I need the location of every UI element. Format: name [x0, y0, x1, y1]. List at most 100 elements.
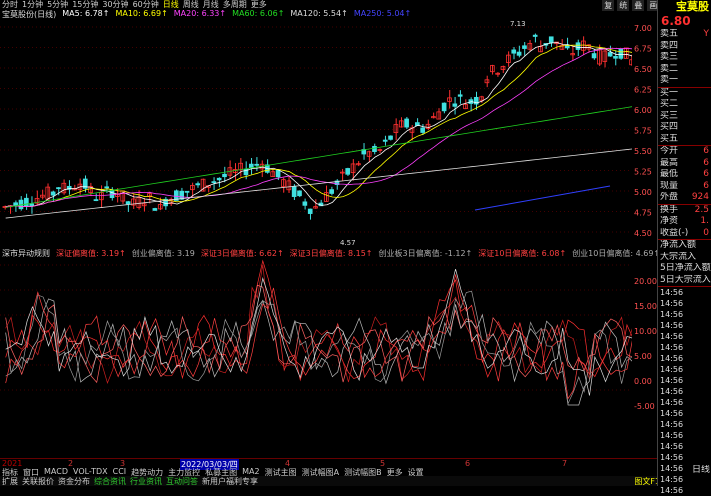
candle-body	[548, 36, 554, 44]
deviation-chart[interactable]	[0, 258, 632, 458]
tick-time: 14:56	[660, 310, 684, 319]
indicator-tab[interactable]: CCI	[113, 467, 127, 476]
bottom-tab[interactable]: 关联报价	[22, 476, 54, 486]
indicator-tab[interactable]: 更多	[387, 467, 403, 477]
toolbar-button[interactable]: 统	[617, 0, 630, 11]
indicator-tab[interactable]: 测试幅图A	[302, 467, 339, 477]
quote-row: 买三	[658, 111, 711, 123]
indicator-tab[interactable]: 趋势动力	[131, 467, 163, 477]
deviation-legend-item: 深证3日偏离值: 6.62↑	[200, 249, 284, 258]
indicator-tab[interactable]: 私募主图	[205, 467, 237, 477]
quote-row: 收益(-) 0	[658, 228, 711, 240]
sub-tick: 20.00	[634, 277, 657, 286]
candle-body	[404, 118, 409, 128]
period-label[interactable]: 日线	[692, 465, 710, 477]
stock-name: 宝莫股	[658, 0, 711, 14]
price-tick: 4.50	[634, 229, 652, 238]
tick-row: 14:56	[658, 441, 711, 452]
sub-tick: 10.00	[634, 327, 657, 336]
candle-body	[125, 201, 131, 205]
tick-row: 14:56	[658, 485, 711, 496]
bottom-tab[interactable]: 扩展	[2, 476, 18, 486]
deviation-svg	[0, 258, 632, 458]
candle-body	[13, 202, 18, 206]
candle-body	[109, 189, 115, 199]
indicator-tab[interactable]: 窗口	[23, 467, 39, 477]
candle-body	[302, 201, 308, 206]
sub-tick: 5.00	[634, 352, 652, 361]
quote-row: 今开 6	[658, 146, 711, 158]
quote-row: 最高 6	[658, 158, 711, 170]
ma5-value: MA5: 6.78↑	[62, 9, 110, 18]
indicator-tab[interactable]: 指标	[2, 467, 18, 477]
bottom-tab[interactable]: 互动问答	[166, 476, 198, 486]
candle-body	[532, 34, 538, 37]
candle-body	[195, 183, 201, 186]
bottom-tab[interactable]: 新用户福利专享	[202, 476, 258, 486]
quote-row: 现量 6	[658, 181, 711, 193]
indicator-tab[interactable]: 主力监控	[168, 467, 200, 477]
candle-body	[24, 197, 29, 207]
tick-time: 14:56	[660, 398, 684, 407]
current-price: 6.80	[661, 14, 691, 28]
sub-chart-legend: 深市异动规则 深证偏离值: 3.19↑ 创业偏离值: 3.19 深证3日偏离值: 6.…	[0, 248, 660, 258]
quote-label: 卖一	[660, 75, 679, 85]
indicator-tab[interactable]: 测试主图	[265, 467, 297, 477]
quote-label: 净资	[660, 216, 679, 226]
quote-label: 最高	[660, 157, 679, 168]
candlestick-chart[interactable]: 7.13 4.57	[0, 19, 632, 248]
indicator-tab[interactable]: 测试幅图B	[344, 467, 382, 477]
tick-row: 14:56	[658, 298, 711, 309]
tick-time: 14:56	[660, 387, 684, 396]
indicator-tab[interactable]: MACD	[44, 467, 68, 476]
price-tick: 4.75	[634, 209, 652, 218]
quote-label: 卖五	[660, 29, 679, 39]
toolbar-button[interactable]: 叠	[632, 0, 645, 11]
quote-row: 外盘 924	[658, 192, 711, 204]
bottom-tabs: 扩展 关联报价 资金分布 综合资讯 行业资讯 互动问答 新用户福利专享	[0, 476, 711, 486]
quote-value: 1.	[700, 216, 709, 226]
candle-body	[591, 53, 597, 59]
quote-row: 买五	[658, 134, 711, 146]
deviation-legend-item: 创业板3日偏离值: -1.12↑	[378, 249, 473, 258]
bottom-tab[interactable]: 资金分布	[58, 476, 90, 486]
stock-label[interactable]: 宝莫股份(日线)	[2, 9, 56, 19]
flow-row: 5日大宗流入	[660, 274, 711, 285]
bottom-tab[interactable]: 综合资讯	[94, 476, 126, 486]
price-tick: 5.75	[634, 127, 652, 136]
sub-tick: -5.00	[634, 402, 655, 411]
candle-body	[29, 203, 35, 207]
tick-row: 14:56	[658, 430, 711, 441]
candle-body	[222, 173, 227, 178]
candle-body	[372, 145, 377, 152]
quote-value: 6	[703, 180, 709, 191]
quote-label: 买一	[660, 87, 679, 98]
bottom-tab[interactable]: 行业资讯	[130, 476, 162, 486]
tick-time: 14:56	[660, 420, 684, 429]
low-marker: 4.57	[340, 239, 356, 247]
tick-time: 14:56	[660, 376, 684, 385]
quote-value: 6	[703, 169, 709, 179]
quote-label: 卖二	[660, 63, 679, 74]
quote-value: 6	[703, 146, 709, 156]
price-tick: 6.00	[634, 106, 652, 115]
tick-time: 14:56	[660, 354, 684, 363]
quote-value: 0	[703, 227, 709, 238]
quote-label: 买五	[660, 133, 679, 144]
quote-row: 卖四	[658, 41, 711, 53]
candle-body	[216, 177, 222, 181]
tick-time: 14:56	[660, 486, 684, 495]
indicator-tab[interactable]: 设置	[408, 467, 424, 477]
quote-label: 卖四	[660, 40, 679, 51]
ma60-value: MA60: 6.06↑	[232, 9, 285, 18]
toolbar-button[interactable]: 复	[602, 0, 615, 11]
indicator-tab[interactable]: MA2	[242, 467, 259, 476]
quote-label: 最低	[660, 169, 679, 179]
high-marker: 7.13	[510, 20, 526, 28]
tick-time: 14:56	[660, 365, 684, 374]
indicator-tab[interactable]: VOL-TDX	[73, 467, 108, 476]
quote-value: 2.5	[694, 204, 709, 215]
flow-row: 净流入额	[660, 240, 697, 250]
candle-body	[152, 208, 158, 211]
candle-body	[345, 168, 351, 175]
